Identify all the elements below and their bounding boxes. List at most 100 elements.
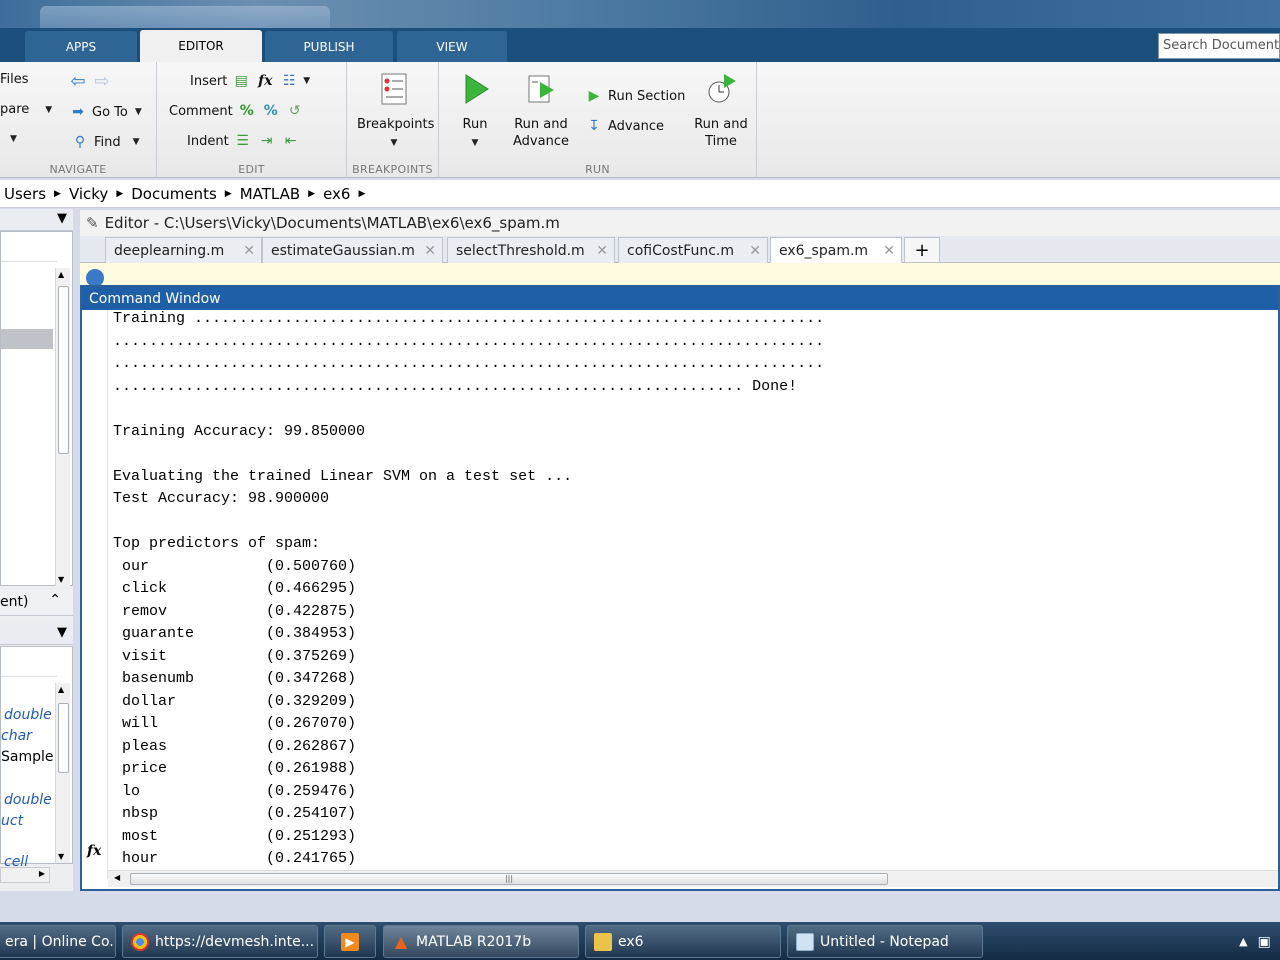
details-header[interactable]: ent) ⌃ xyxy=(0,590,73,616)
add-tab-button[interactable]: + xyxy=(904,237,940,263)
search-documentation-input[interactable]: Search Documentation xyxy=(1158,33,1280,59)
tab-estimate-gaussian[interactable]: estimateGaussian.m ✕ xyxy=(262,237,443,263)
taskbar-item-notepad[interactable]: Untitled - Notepad xyxy=(787,925,983,958)
fx-icon[interactable]: fx xyxy=(255,71,275,91)
workspace-scrollbar[interactable]: ▲ ▼ xyxy=(55,683,70,863)
scroll-down-icon[interactable]: ▼ xyxy=(58,575,64,584)
command-output: Training ...............................… xyxy=(113,308,1273,868)
uncomment-icon[interactable]: % xyxy=(261,101,281,121)
breadcrumb-item-ex6[interactable]: ex6 xyxy=(319,185,354,203)
panel-menu-icon[interactable]: ▼ xyxy=(57,211,67,226)
breakpoints-button[interactable]: Breakpoints ▼ xyxy=(357,72,434,152)
indent-button[interactable]: Indent ☰ ⇥ ⇤ xyxy=(187,131,301,151)
selected-file-row[interactable] xyxy=(1,329,53,349)
taskbar-item-folder[interactable]: ex6 xyxy=(585,925,781,958)
command-output-line: click (0.466295) xyxy=(113,580,357,597)
taskbar-item-chrome[interactable]: https://devmesh.inte... xyxy=(122,925,318,958)
network-icon[interactable]: ▣ xyxy=(1258,934,1271,950)
chevron-up-icon[interactable]: ⌃ xyxy=(49,592,61,608)
tab-cofi-cost-func[interactable]: cofiCostFunc.m ✕ xyxy=(618,237,768,263)
forward-arrow-icon[interactable]: ⇨ xyxy=(92,71,112,92)
command-output-line: visit (0.375269) xyxy=(113,647,357,665)
tab-editor[interactable]: EDITOR xyxy=(140,30,262,62)
tab-deeplearning[interactable]: deeplearning.m ✕ xyxy=(105,237,262,263)
system-tray: ▲ ▣ xyxy=(1230,925,1280,958)
command-output-line: our (0.500760) xyxy=(113,557,357,575)
scroll-thumb[interactable] xyxy=(58,703,69,773)
run-section-button[interactable]: ▶ Run Section xyxy=(584,86,686,106)
command-gutter: fx xyxy=(82,310,108,879)
command-output-line: Top predictors of spam: xyxy=(113,535,321,552)
comment-button[interactable]: Comment % % ↺ xyxy=(169,101,305,121)
back-arrow-icon[interactable]: ⇦ xyxy=(68,71,88,92)
command-output-line: price (0.261988) xyxy=(113,760,357,777)
command-hscrollbar[interactable]: ◀ ||| xyxy=(108,870,1278,887)
chevron-down-icon[interactable]: ▼ xyxy=(303,76,310,86)
breadcrumb: Users ▶ Vicky ▶ Documents ▶ MATLAB ▶ ex6… xyxy=(0,180,1280,208)
breadcrumb-item-documents[interactable]: Documents xyxy=(127,185,221,203)
find-label: Find xyxy=(94,134,121,150)
files-button[interactable]: Files xyxy=(0,72,29,87)
scroll-left-icon[interactable]: ◀ xyxy=(114,873,120,882)
scroll-thumb[interactable] xyxy=(58,286,69,454)
insert-function-icon[interactable]: ☷ xyxy=(279,71,299,91)
scroll-up-icon[interactable]: ▲ xyxy=(58,270,64,279)
indent-label: Indent xyxy=(187,133,229,149)
close-icon[interactable]: ✕ xyxy=(424,243,436,259)
fx-prompt-icon[interactable]: fx xyxy=(87,843,101,859)
increase-indent-icon[interactable]: ⇥ xyxy=(257,131,277,151)
scroll-up-icon[interactable]: ▲ xyxy=(58,685,64,694)
workspace-item-value: Sample1 xyxy=(1,749,63,765)
tab-select-threshold[interactable]: selectThreshold.m ✕ xyxy=(447,237,615,263)
folder-scrollbar[interactable]: ▲ ▼ xyxy=(55,268,70,586)
taskbar-item-online-course[interactable]: era | Online Co... xyxy=(0,925,116,958)
find-button[interactable]: ⚲ Find ▼ xyxy=(70,132,140,152)
scroll-right-icon[interactable]: ▶ xyxy=(39,869,45,878)
taskbar-item-media-player[interactable]: ▶ xyxy=(324,925,376,958)
workspace-list[interactable]: double char Sample1 double uct cell ▲ ▼ xyxy=(0,646,73,870)
tab-publish[interactable]: PUBLISH xyxy=(265,31,393,62)
more-button[interactable]: ▼ xyxy=(10,134,17,144)
goto-button[interactable]: ➡ Go To ▼ xyxy=(68,102,142,122)
compare-button[interactable]: pare ▼ xyxy=(0,102,52,117)
wrap-comments-icon[interactable]: ↺ xyxy=(285,101,305,121)
workspace-column-header xyxy=(1,647,57,677)
close-icon[interactable]: ✕ xyxy=(883,243,895,259)
chevron-right-icon[interactable]: ▶ xyxy=(304,189,319,199)
taskbar-item-matlab[interactable]: ▲ MATLAB R2017b xyxy=(383,925,579,958)
breadcrumb-item-matlab[interactable]: MATLAB xyxy=(236,185,304,203)
tab-apps[interactable]: APPS xyxy=(25,31,137,62)
breadcrumb-item-users[interactable]: Users xyxy=(0,185,50,203)
scroll-down-icon[interactable]: ▼ xyxy=(58,852,64,861)
close-icon[interactable]: ✕ xyxy=(243,243,255,259)
run-button[interactable]: Run ▼ xyxy=(453,72,497,152)
tab-view[interactable]: VIEW xyxy=(397,31,507,62)
close-icon[interactable]: ✕ xyxy=(596,243,608,259)
ribbon-tab-row: APPS EDITOR PUBLISH VIEW ✎ ▣ ✂ ❐ ▤ ↶ ↷ ◫… xyxy=(0,28,1280,84)
tab-ex6-spam[interactable]: ex6_spam.m ✕ xyxy=(770,237,902,263)
smart-indent-icon[interactable]: ☰ xyxy=(233,131,253,151)
run-and-advance-button[interactable]: Run and Advance xyxy=(509,72,573,150)
advance-button[interactable]: ↧ Advance xyxy=(584,116,664,136)
show-hidden-icons-icon[interactable]: ▲ xyxy=(1239,935,1247,948)
comment-icon[interactable]: % xyxy=(237,101,257,121)
insert-section-icon[interactable]: ▤ xyxy=(231,71,251,91)
goto-icon: ➡ xyxy=(72,104,84,120)
command-window[interactable]: Command Window fx Training .............… xyxy=(80,285,1280,891)
chevron-right-icon[interactable]: ▶ xyxy=(221,189,236,199)
panel-menu-icon[interactable]: ▼ xyxy=(57,625,67,640)
current-folder-list[interactable]: ▲ ▼ xyxy=(0,231,73,586)
workspace-item-type: double xyxy=(4,792,52,808)
breadcrumb-item-vicky[interactable]: Vicky xyxy=(65,185,112,203)
scroll-thumb[interactable]: ||| xyxy=(130,873,888,885)
chevron-right-icon[interactable]: ▶ xyxy=(50,189,65,199)
close-icon[interactable]: ✕ xyxy=(749,243,761,259)
run-and-time-button[interactable]: Run and Time xyxy=(691,72,751,150)
decrease-indent-icon[interactable]: ⇤ xyxy=(281,131,301,151)
workspace-hscroll[interactable]: ▶ xyxy=(0,867,50,883)
media-player-icon: ▶ xyxy=(341,932,359,951)
insert-button[interactable]: Insert ▤ fx ☷ ▼ xyxy=(190,71,310,91)
comment-label: Comment xyxy=(169,103,233,119)
chevron-right-icon[interactable]: ▶ xyxy=(112,189,127,199)
chevron-right-icon[interactable]: ▶ xyxy=(354,189,369,199)
